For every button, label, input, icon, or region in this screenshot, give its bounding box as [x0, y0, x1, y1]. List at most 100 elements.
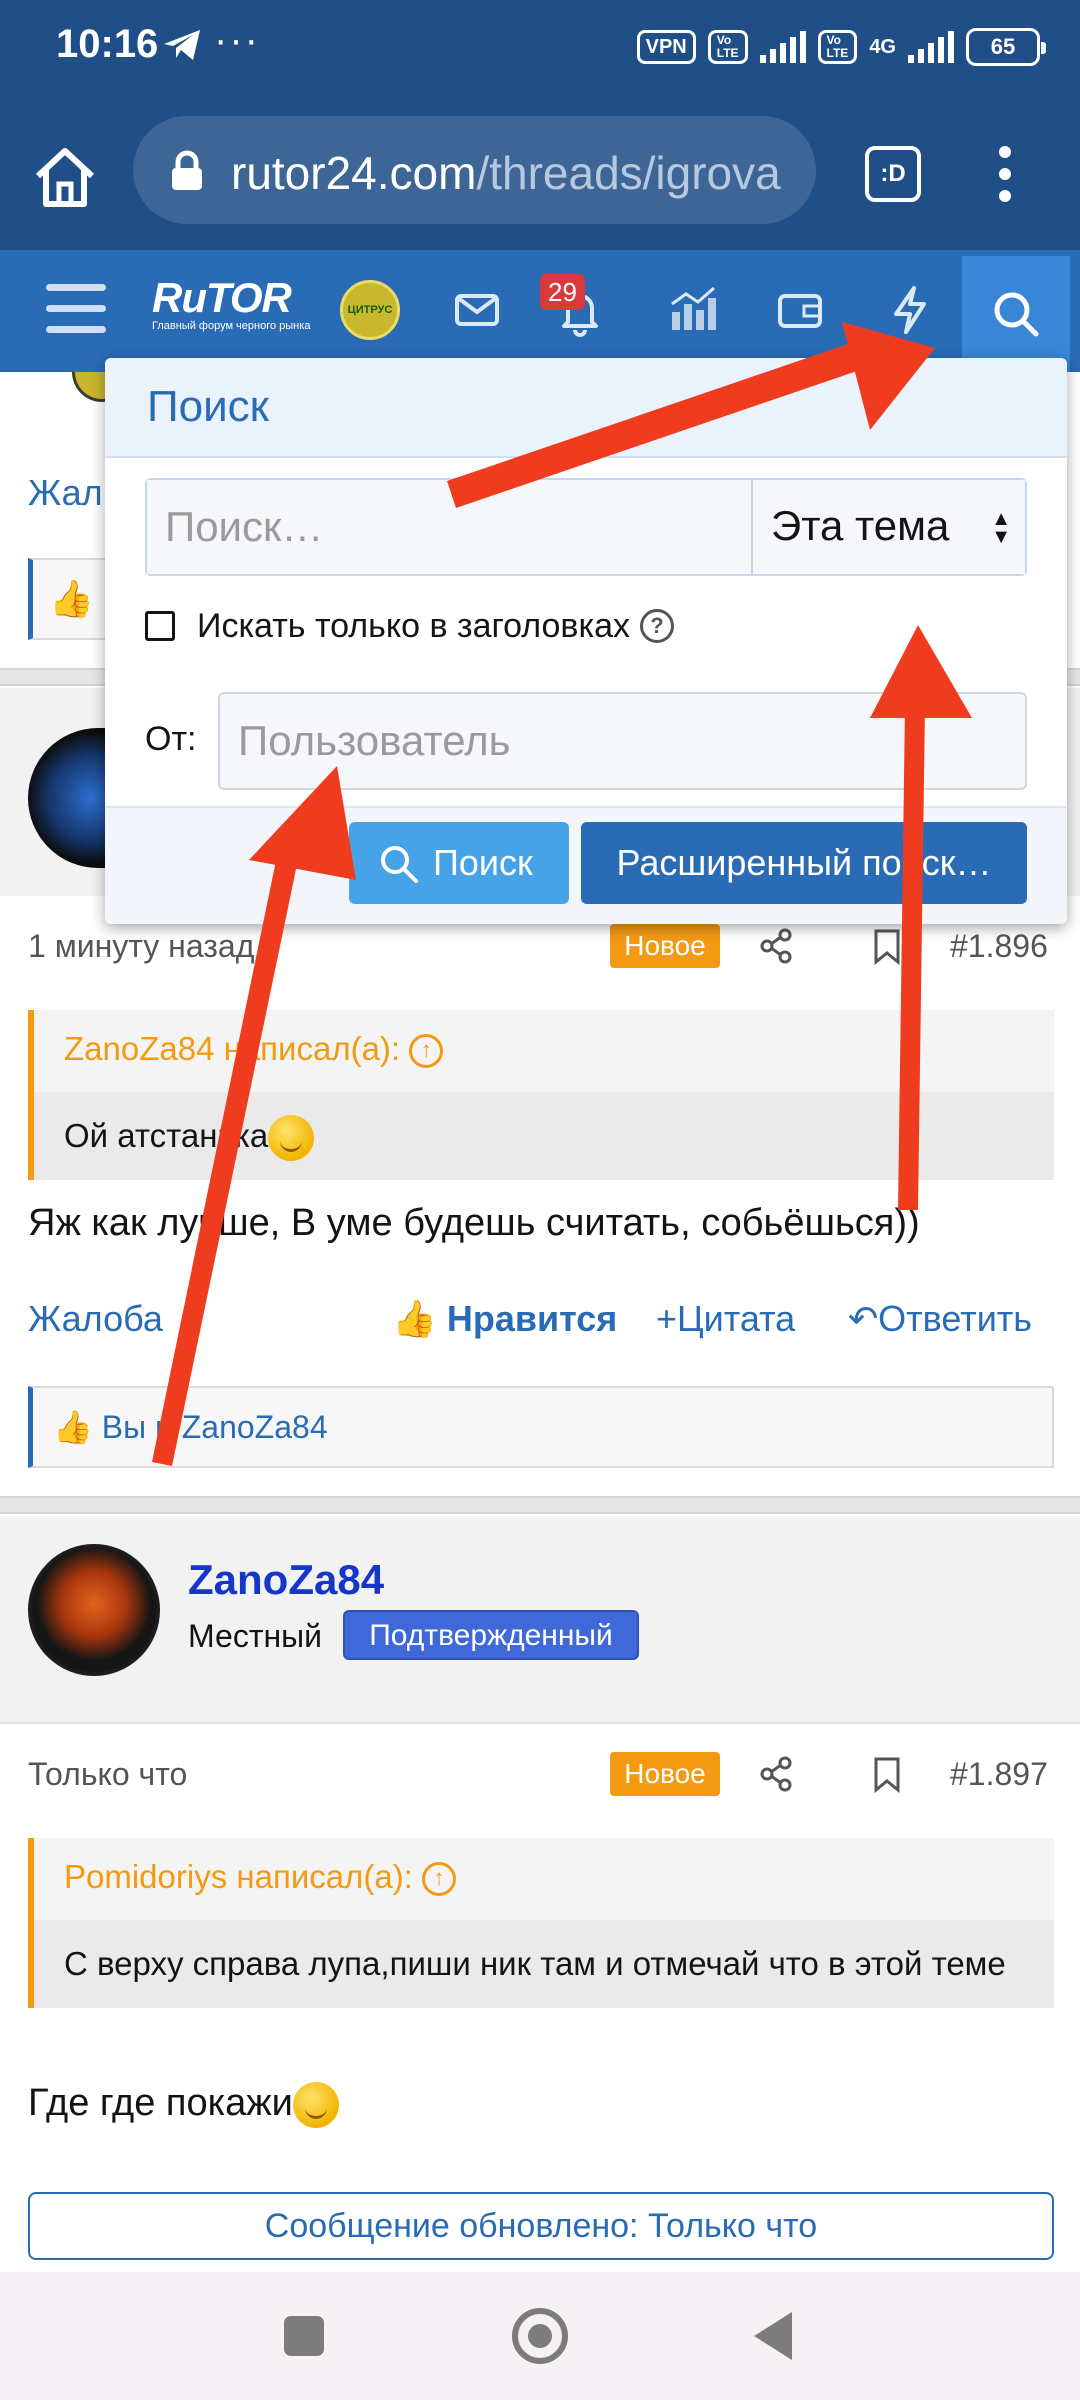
bookmark-icon[interactable] [872, 1756, 902, 1794]
logo-tagline: Главный форум черного рынка [152, 320, 311, 332]
vpn-icon: VPN [636, 30, 696, 64]
lock-icon [172, 150, 202, 190]
volte-2-icon: Vo LTE [817, 30, 858, 64]
plus-icon: + [656, 1298, 678, 1339]
bookmark-icon[interactable] [872, 928, 902, 966]
stats-chart-icon[interactable] [664, 282, 720, 338]
post-separator [0, 1496, 1080, 1514]
quote-author-text: Pomidoriys написал(а): [64, 1858, 413, 1895]
battery-icon: 65 [966, 28, 1046, 66]
search-popup: Поиск Эта тема ▲▼ Искать только в заголо… [105, 358, 1067, 924]
popup-title: Поиск [105, 358, 1067, 458]
titles-only-label[interactable]: Искать только в заголовках [197, 607, 630, 646]
updated-notice[interactable]: Сообщение обновлено: Только что [28, 2192, 1054, 2260]
quote-block: Pomidoriys написал(а): ↑ С верху справа … [28, 1838, 1054, 2008]
select-arrows-icon: ▲ ▼ [991, 508, 1011, 548]
post-text-body: Где где покажи [28, 2082, 293, 2125]
hamburger-menu-icon[interactable] [46, 284, 106, 334]
quote-body: Ой атстанька [64, 1117, 269, 1154]
search-icon [994, 292, 1039, 337]
post-actions: Жалоба 👍 Нравится +Цитата ↶Ответить [28, 1298, 1054, 1358]
user-rank: Местный [188, 1618, 323, 1654]
home-icon[interactable] [30, 142, 100, 212]
search-nav-button[interactable] [962, 256, 1070, 386]
system-nav-bar [0, 2272, 1080, 2400]
site-logo[interactable]: RuTOR Главный форум черного рынка [152, 274, 317, 333]
likes-summary[interactable]: 👍 Вы и ZanoZa84 [28, 1386, 1054, 1468]
logo-text: RuTOR [152, 274, 292, 321]
help-icon[interactable]: ? [640, 609, 675, 643]
quote-author-text: ZanoZa84 написал(а): [64, 1030, 401, 1067]
likes-text: Вы и ZanoZa84 [101, 1409, 328, 1445]
lightning-icon[interactable] [882, 282, 938, 338]
search-row: Эта тема ▲▼ [145, 478, 1027, 576]
mail-icon[interactable] [449, 282, 505, 338]
search-input[interactable] [147, 480, 751, 574]
avatar [28, 728, 108, 868]
titles-only-checkbox[interactable] [145, 611, 175, 641]
new-badge: Новое [610, 924, 720, 968]
home-button[interactable] [512, 2308, 568, 2364]
system-icons: VPN Vo LTE Vo LTE 4G 65 [636, 28, 1046, 66]
smiley-emoji [292, 2082, 339, 2128]
url-path: /threads/igrova [476, 147, 781, 199]
quote-author[interactable]: Pomidoriys написал(а): ↑ [34, 1838, 1054, 1920]
from-label: От: [145, 720, 197, 758]
arrow-up-circle-icon[interactable]: ↑ [422, 1862, 457, 1897]
titles-only-option: Искать только в заголовках ? [145, 606, 675, 646]
back-button[interactable] [754, 2312, 792, 2360]
scope-value: Эта тема [771, 502, 950, 549]
post-time: 1 минуту назад [28, 928, 255, 964]
recent-apps-button[interactable] [284, 2316, 324, 2356]
post-text: Яж как лучше, В уме будешь считать, собь… [28, 1202, 920, 1244]
status-time: 10:16 [56, 22, 159, 66]
smiley-emoji [268, 1115, 315, 1162]
thumbs-up-icon: 👍 [392, 1298, 437, 1339]
quote-label: Цитата [677, 1298, 796, 1339]
quote-text: Ой атстанька [34, 1092, 1054, 1180]
search-scope-select[interactable]: Эта тема ▲ ▼ [751, 480, 1025, 574]
quote-author[interactable]: ZanoZa84 написал(а): ↑ [34, 1010, 1054, 1092]
user-avatar[interactable] [28, 1544, 160, 1676]
reply-arrow-icon: ↶ [848, 1298, 879, 1339]
new-badge: Новое [610, 1752, 720, 1796]
search-icon [381, 846, 418, 883]
url-host: rutor24.com [231, 147, 477, 199]
like-button[interactable]: 👍 Нравится [392, 1298, 617, 1340]
reply-label: Ответить [878, 1298, 1033, 1339]
volte-icon: Vo LTE [707, 30, 748, 64]
quote-block: ZanoZa84 написал(а): ↑ Ой атстанька [28, 1010, 1054, 1180]
quote-text: С верху справа лупа,пиши ник там и отмеч… [34, 1920, 1054, 2008]
username-link[interactable]: ZanoZa84 [188, 1556, 384, 1604]
advanced-search-button[interactable]: Расширенный поиск… [581, 822, 1027, 904]
wallet-icon[interactable] [772, 282, 828, 338]
browser-menu-icon[interactable] [985, 140, 1025, 210]
signal-2-icon [908, 31, 954, 63]
post-number[interactable]: #1.896 [950, 928, 1048, 965]
address-bar[interactable]: rutor24.com/threads/igrova [133, 116, 816, 224]
report-link-partial[interactable]: Жал [28, 472, 103, 514]
thumbs-up-icon: 👍 [53, 1409, 93, 1445]
user-filter-input[interactable] [218, 692, 1027, 790]
telegram-icon [164, 30, 200, 60]
reply-button[interactable]: ↶Ответить [848, 1298, 1032, 1340]
arrow-up-circle-icon[interactable]: ↑ [409, 1034, 444, 1069]
thumbs-up-icon: 👍 [49, 578, 94, 619]
search-button[interactable]: Поиск [349, 822, 569, 904]
share-icon[interactable] [758, 928, 794, 964]
share-icon[interactable] [758, 1756, 794, 1792]
quote-button[interactable]: +Цитата [656, 1298, 795, 1340]
search-button-label: Поиск [433, 842, 533, 883]
tab-switcher-button[interactable]: :D [865, 146, 921, 202]
site-nav: RuTOR Главный форум черного рынка ЦИТРУС… [0, 250, 1080, 386]
partner-logo[interactable]: ЦИТРУС [340, 280, 400, 340]
report-link[interactable]: Жалоба [28, 1298, 163, 1340]
post-number[interactable]: #1.897 [950, 1756, 1048, 1793]
post-text: Где где покажи [28, 2082, 339, 2128]
post-time: Только что [28, 1756, 188, 1792]
url-text: rutor24.com/threads/igrova [231, 146, 781, 200]
popup-footer: Поиск Расширенный поиск… [105, 806, 1067, 924]
more-notifications-icon: ··· [214, 18, 260, 62]
status-bar: 10:16 ··· VPN Vo LTE Vo LTE 4G 65 [0, 0, 1080, 100]
browser-toolbar: rutor24.com/threads/igrova :D [0, 100, 1080, 250]
